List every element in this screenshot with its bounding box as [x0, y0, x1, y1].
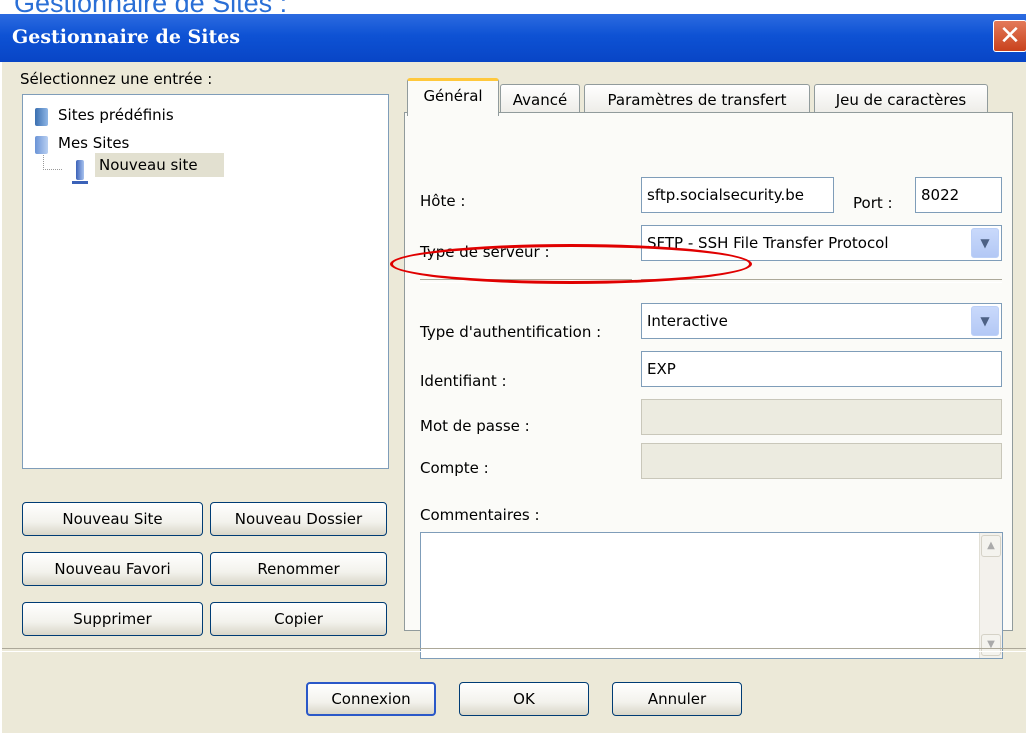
- ok-button[interactable]: OK: [459, 682, 589, 716]
- scroll-up-icon[interactable]: ▲: [981, 535, 1001, 557]
- connect-button[interactable]: Connexion: [306, 682, 436, 716]
- select-entry-label: Sélectionnez une entrée :: [20, 70, 213, 88]
- footer-divider: [2, 648, 1026, 652]
- password-input: [641, 399, 1002, 435]
- highlight-ellipse: [390, 244, 752, 284]
- comments-textarea[interactable]: ▲ ▼: [420, 532, 1003, 659]
- host-label: Hôte :: [420, 192, 466, 210]
- port-input[interactable]: 8022: [915, 177, 1002, 213]
- separator-right: [641, 279, 1002, 283]
- user-input[interactable]: EXP: [641, 351, 1002, 387]
- site-tree[interactable]: Sites prédéfinis Mes Sites Nouveau site: [22, 94, 389, 469]
- port-label: Port :: [853, 194, 893, 212]
- tab-charset[interactable]: Jeu de caractères: [814, 84, 988, 115]
- copy-button[interactable]: Copier: [210, 602, 387, 636]
- window-title: Gestionnaire de Sites: [12, 26, 241, 48]
- new-folder-button[interactable]: Nouveau Dossier: [210, 502, 387, 536]
- rename-button[interactable]: Renommer: [210, 552, 387, 586]
- tree-item-predefined-sites[interactable]: Sites prédéfinis: [58, 106, 174, 124]
- new-bookmark-button[interactable]: Nouveau Favori: [22, 552, 203, 586]
- folder-open-icon: [35, 136, 48, 154]
- new-site-button[interactable]: Nouveau Site: [22, 502, 203, 536]
- cancel-button[interactable]: Annuler: [612, 682, 742, 716]
- server-icon: [72, 160, 88, 184]
- password-label: Mot de passe :: [420, 417, 530, 435]
- host-input[interactable]: sftp.socialsecurity.be: [641, 177, 834, 213]
- general-tab-panel: Hôte : sftp.socialsecurity.be Port : 802…: [404, 112, 1013, 659]
- chevron-down-icon[interactable]: ▼: [971, 228, 999, 258]
- folder-icon: [35, 108, 48, 126]
- delete-button[interactable]: Supprimer: [22, 602, 203, 636]
- tab-advanced[interactable]: Avancé: [500, 84, 580, 115]
- auth-type-label: Type d'authentification :: [420, 323, 602, 341]
- tree-item-new-site[interactable]: Nouveau site: [95, 153, 224, 177]
- comments-scrollbar[interactable]: ▲ ▼: [979, 533, 1002, 658]
- tab-transfer-settings[interactable]: Paramètres de transfert: [584, 84, 810, 115]
- user-label: Identifiant :: [420, 372, 507, 390]
- account-input: [641, 443, 1002, 479]
- close-icon[interactable]: ✕: [993, 20, 1026, 52]
- tree-connector: [43, 155, 62, 170]
- window-titlebar: Gestionnaire de Sites: [0, 14, 1026, 62]
- account-label: Compte :: [420, 459, 489, 477]
- chevron-down-icon[interactable]: ▼: [971, 306, 999, 336]
- tree-item-my-sites[interactable]: Mes Sites: [58, 134, 129, 152]
- auth-type-select[interactable]: Interactive ▼: [641, 303, 1002, 339]
- tab-general[interactable]: Général: [407, 78, 499, 116]
- comments-label: Commentaires :: [420, 506, 540, 524]
- auth-type-value: Interactive: [647, 312, 728, 330]
- scroll-down-icon[interactable]: ▼: [981, 634, 1001, 656]
- site-manager-dialog: Sélectionnez une entrée : Sites prédéfin…: [2, 62, 1026, 733]
